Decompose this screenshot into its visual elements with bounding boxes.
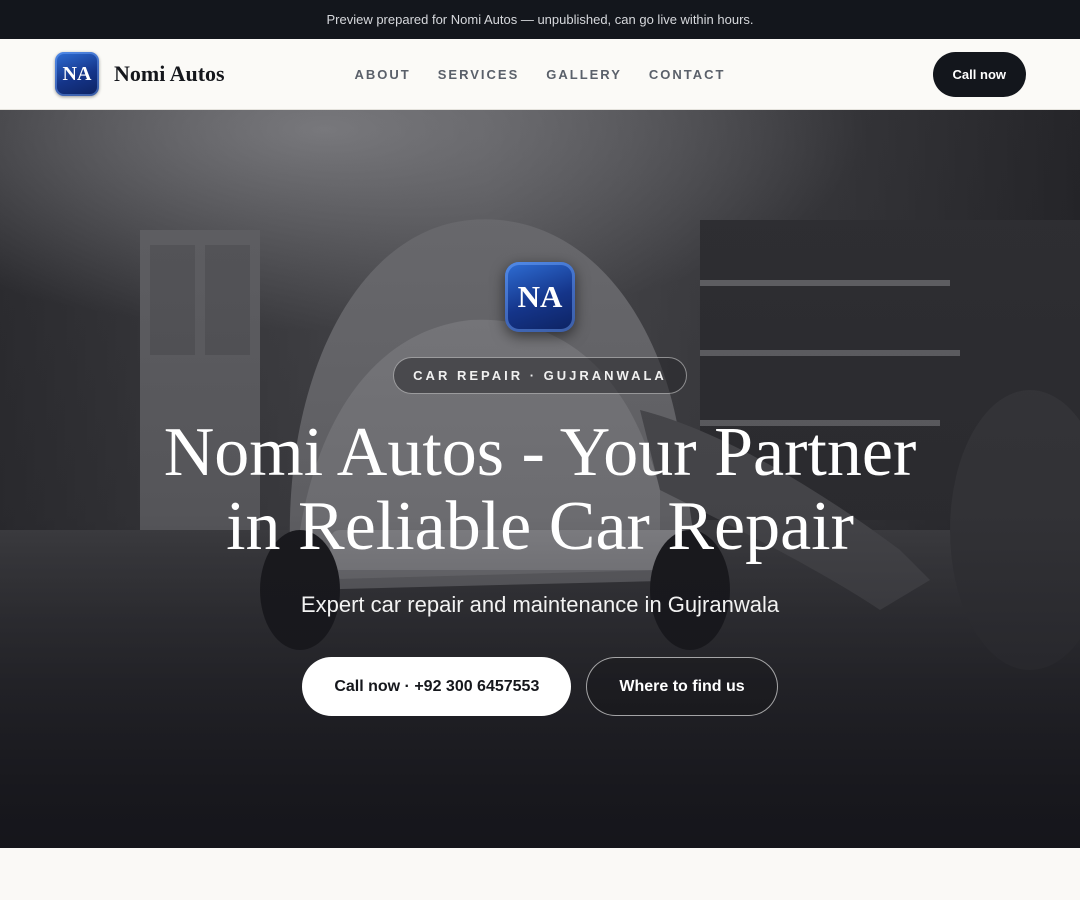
nav-link-gallery[interactable]: GALLERY xyxy=(546,67,622,82)
nav-link-services[interactable]: SERVICES xyxy=(438,67,520,82)
hero-title: Nomi Autos - Your Partner in Reliable Ca… xyxy=(163,414,917,565)
hero-content: NA CAR REPAIR · GUJRANWALA Nomi Autos - … xyxy=(0,110,1080,848)
hero-call-button[interactable]: Call now · +92 300 6457553 xyxy=(302,657,572,716)
main-nav: ABOUT SERVICES GALLERY CONTACT xyxy=(355,67,726,82)
hero-location-button[interactable]: Where to find us xyxy=(586,657,778,716)
nav-link-contact[interactable]: CONTACT xyxy=(649,67,726,82)
site-header: NA Nomi Autos ABOUT SERVICES GALLERY CON… xyxy=(0,39,1080,110)
nav-link-about[interactable]: ABOUT xyxy=(355,67,411,82)
brand[interactable]: NA Nomi Autos xyxy=(55,52,225,96)
next-section-top xyxy=(0,848,1080,900)
preview-banner: Preview prepared for Nomi Autos — unpubl… xyxy=(0,0,1080,39)
hero-logo-badge: NA xyxy=(505,262,575,332)
logo-badge: NA xyxy=(55,52,99,96)
brand-name: Nomi Autos xyxy=(114,61,225,86)
hero-section: NA CAR REPAIR · GUJRANWALA Nomi Autos - … xyxy=(0,110,1080,848)
hero-tagline: CAR REPAIR · GUJRANWALA xyxy=(393,357,687,394)
preview-banner-text: Preview prepared for Nomi Autos — unpubl… xyxy=(326,12,754,27)
hero-subtitle: Expert car repair and maintenance in Guj… xyxy=(300,592,780,617)
hero-actions: Call now · +92 300 6457553 Where to find… xyxy=(302,657,778,716)
header-call-button[interactable]: Call now xyxy=(932,51,1026,97)
